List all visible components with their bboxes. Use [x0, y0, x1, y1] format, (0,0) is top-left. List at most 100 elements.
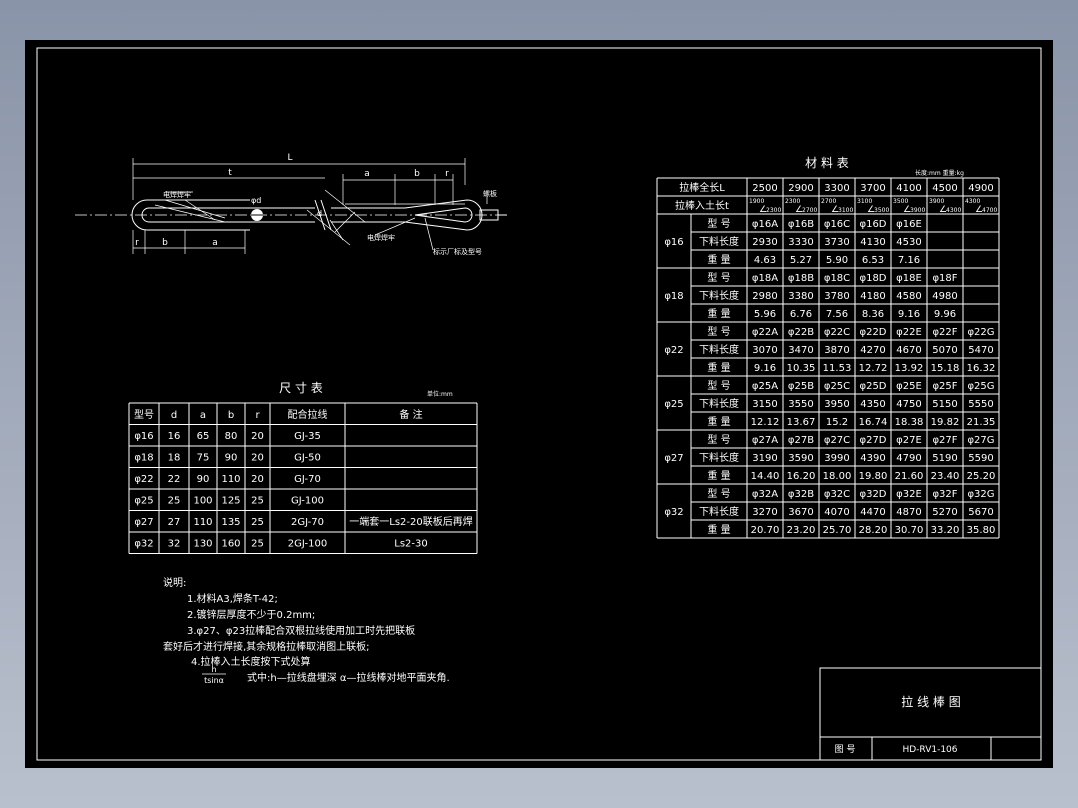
dim-header-cell: 备 注 — [399, 408, 422, 421]
row-label: 型 号 — [707, 487, 730, 500]
material-cell: φ27F — [932, 435, 957, 446]
total-length-cell: 3700 — [860, 183, 885, 194]
dim-table-cell: 25 — [168, 495, 181, 506]
group-name: φ32 — [664, 507, 683, 518]
label-bolt-plate: 螺板 — [483, 189, 497, 198]
dim-table-cell: 135 — [221, 517, 240, 528]
row-label: 型 号 — [707, 379, 730, 392]
material-cell: φ32G — [967, 489, 994, 500]
material-cell: 30.70 — [895, 525, 924, 536]
group-name: φ18 — [664, 291, 683, 302]
material-cell: φ25G — [967, 381, 994, 392]
label-a-top: a — [364, 169, 370, 179]
material-cell: 4.63 — [754, 255, 776, 266]
buried-top: 3500 — [893, 198, 908, 205]
dim-table: 型号 d a b r 配合拉线 备 注 φ16 16 65 80 20 GJ-35 φ18 18 75 90 20… — [128, 402, 478, 554]
dim-table-title: 尺 寸 表 — [279, 381, 323, 395]
dim-table-cell: 125 — [221, 495, 240, 506]
row-label: 重 量 — [707, 415, 730, 428]
cad-drawing: L t a b r r b a 电焊焊牢 电焊焊牢 标示厂标及型号 螺板 φd … — [36, 47, 1042, 761]
dim-table-cell: 25 — [251, 538, 264, 549]
material-cell: 5.96 — [754, 309, 776, 320]
material-cell: 23.20 — [787, 525, 816, 536]
buried-bottom: 2700 — [802, 207, 817, 214]
material-cell: 3550 — [788, 399, 813, 410]
material-cell: 5150 — [932, 399, 957, 410]
material-cell: 5550 — [968, 399, 993, 410]
material-cell: 5270 — [932, 507, 957, 518]
material-cell: 4750 — [896, 399, 921, 410]
material-cell: 4980 — [932, 291, 957, 302]
total-length-cell: 2900 — [788, 183, 813, 194]
note-line-4: 套好后才进行焊接,其余规格拉棒取消图上联板; — [163, 640, 370, 653]
material-cell: 10.35 — [787, 363, 816, 374]
material-cell: φ27E — [896, 435, 922, 446]
note-line-3: 3.φ27、φ23拉棒配合双根拉线使用加工时先把联板 — [187, 624, 415, 637]
material-cell: 3330 — [788, 237, 813, 248]
total-length-cell: 4100 — [896, 183, 921, 194]
material-cell: 3990 — [824, 453, 849, 464]
row-label: 重 量 — [707, 253, 730, 266]
material-table-title: 材 料 表 — [805, 156, 849, 170]
material-cell: 19.82 — [931, 417, 960, 428]
material-cell: φ18D — [859, 273, 886, 284]
material-cell: φ16B — [788, 219, 814, 230]
notes: 说明: 1.材料A3,焊条T-42; 2.镀锌层厚度不少于0.2mm; 3.φ2… — [163, 576, 450, 685]
material-cell: 3070 — [752, 345, 777, 356]
dim-table-cell: 75 — [197, 452, 210, 463]
row-label: 型 号 — [707, 325, 730, 338]
material-cell: φ22F — [932, 327, 957, 338]
label-weld-left: 电焊焊牢 — [163, 190, 191, 199]
material-cell: φ27D — [859, 435, 886, 446]
label-b-bottom: b — [162, 238, 168, 248]
material-cell: 15.2 — [826, 417, 848, 428]
dim-table-cell: 27 — [168, 517, 181, 528]
dim-header-cell: r — [255, 410, 260, 421]
row-label: 下料长度 — [699, 343, 739, 356]
material-cell: φ18C — [824, 273, 850, 284]
formula-numerator: h — [211, 665, 216, 674]
material-cell: 3670 — [788, 507, 813, 518]
buried-top: 2700 — [821, 198, 836, 205]
material-cell: φ16D — [859, 219, 886, 230]
material-cell: φ25A — [752, 381, 778, 392]
material-cell: φ22B — [788, 327, 814, 338]
dim-table-cell: 16 — [168, 431, 181, 442]
material-cell: 4670 — [896, 345, 921, 356]
label-L: L — [287, 153, 292, 163]
dim-table-cell: φ25 — [134, 495, 153, 506]
material-cell: φ32B — [788, 489, 814, 500]
dim-table-cell: GJ-35 — [294, 431, 321, 442]
drawing-title: 拉 线 棒 图 — [901, 694, 960, 709]
material-cell: 2930 — [752, 237, 777, 248]
label-d: d — [317, 209, 322, 218]
material-cell: 20.70 — [751, 525, 780, 536]
drawing-no: HD-RV1-106 — [902, 745, 957, 755]
dim-table-cell: 一端套一Ls2-20联板后再焊 — [349, 515, 472, 528]
material-cell: φ22G — [967, 327, 994, 338]
material-cell: 35.80 — [967, 525, 996, 536]
material-cell: φ18F — [932, 273, 957, 284]
dim-table-cell: 130 — [193, 538, 212, 549]
row-label: 型 号 — [707, 433, 730, 446]
material-cell: 3950 — [824, 399, 849, 410]
buried-bottom: 2300 — [766, 207, 781, 214]
dim-table-cell: 18 — [168, 452, 181, 463]
label-r-top: r — [445, 169, 449, 179]
row-label: 下料长度 — [699, 451, 739, 464]
dim-header-cell: 配合拉线 — [288, 408, 328, 421]
row-label: 重 量 — [707, 469, 730, 482]
material-cell: φ27B — [788, 435, 814, 446]
material-cell: 16.32 — [967, 363, 996, 374]
dim-table-cell: 110 — [193, 517, 212, 528]
material-cell: φ16A — [752, 219, 778, 230]
material-cell: 4130 — [860, 237, 885, 248]
material-cell: 4470 — [860, 507, 885, 518]
formula-text: 式中:h—拉线盘埋深 α—拉线棒对地平面夹角. — [247, 671, 450, 684]
material-cell: 15.18 — [931, 363, 960, 374]
material-cell: φ27G — [967, 435, 994, 446]
material-cell: 4270 — [860, 345, 885, 356]
material-cell: 3780 — [824, 291, 849, 302]
material-cell: 3150 — [752, 399, 777, 410]
dim-table-cell: 110 — [221, 474, 240, 485]
